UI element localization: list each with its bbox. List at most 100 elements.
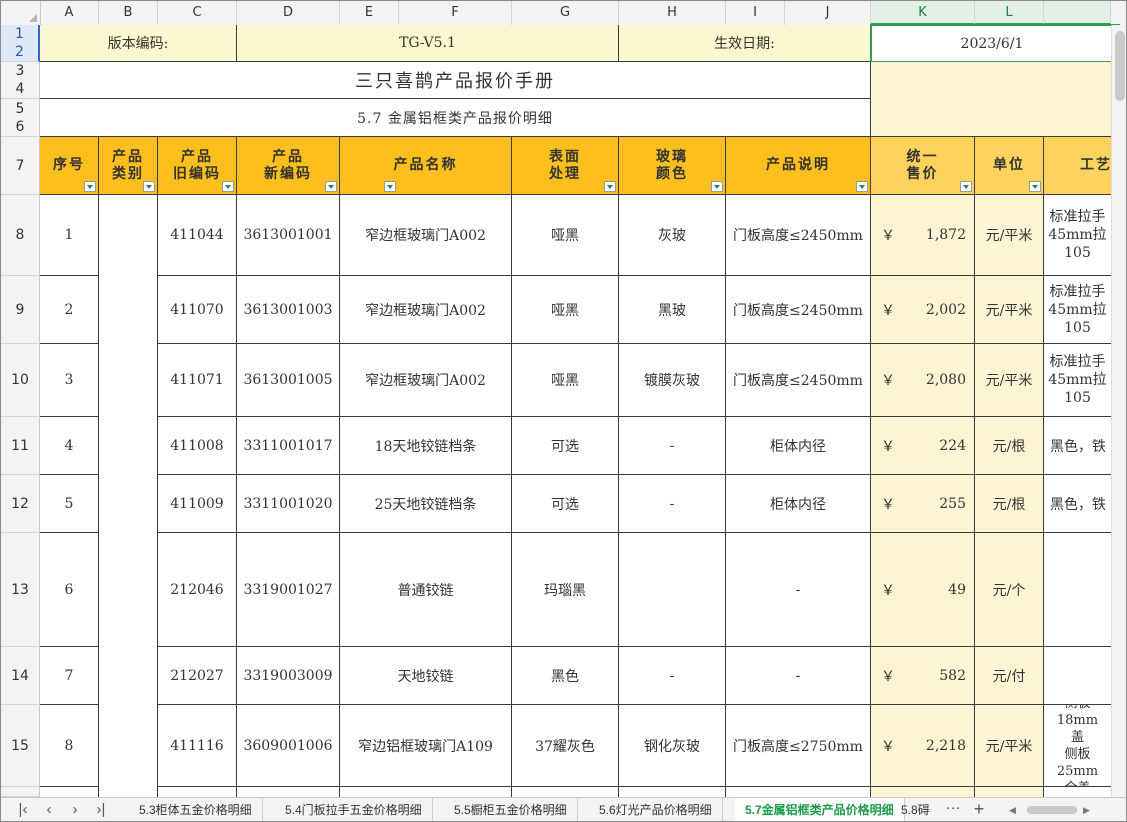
row-header-16[interactable] <box>1 787 40 797</box>
cell-new-code[interactable]: 3609001006 <box>237 705 340 787</box>
horizontal-scrollbar[interactable]: ◀ ▶ <box>1001 804 1101 816</box>
version-value-cell[interactable]: TG-V5.1 <box>237 25 619 62</box>
sheet-title[interactable]: 三只喜鹊产品报价手册 <box>40 62 871 99</box>
cell-desc[interactable]: 柜体内径 <box>726 417 871 475</box>
row-header-14[interactable]: 14 <box>1 647 40 705</box>
row-header-12[interactable]: 12 <box>1 475 40 533</box>
col-header-e[interactable]: E <box>340 1 399 25</box>
sheet-tab[interactable]: 5.3柜体五金价格明细 <box>129 798 263 821</box>
date-value-cell[interactable]: 2023/6/1 <box>872 26 1112 61</box>
cell-name[interactable]: 天地铰链 <box>340 647 512 705</box>
cell-old-code[interactable]: 411008 <box>158 417 237 475</box>
col-header-k[interactable]: K <box>871 1 975 25</box>
col-header-d[interactable]: D <box>237 1 340 25</box>
cell-seq[interactable]: 4 <box>40 417 99 475</box>
col-header-l[interactable]: L <box>975 1 1044 25</box>
row-header-5-6[interactable]: 5 6 <box>1 99 40 137</box>
cell-surface[interactable]: 37耀灰色 <box>512 705 619 787</box>
cell-seq[interactable]: 1 <box>40 195 99 276</box>
cell-unit[interactable]: 元/平米 <box>975 344 1044 417</box>
horizontal-scroll-thumb[interactable] <box>1027 806 1077 814</box>
cell-new-code[interactable]: 3319003009 <box>237 647 340 705</box>
cell-desc[interactable]: 门板高度≤2450mm <box>726 276 871 344</box>
cell-name[interactable]: 窄边框玻璃门A002 <box>340 344 512 417</box>
cell-unit[interactable]: 元/平米 <box>975 195 1044 276</box>
cell-old-code[interactable]: 411116 <box>158 705 237 787</box>
cell-name[interactable]: 窄边框玻璃门A002 <box>340 195 512 276</box>
cell-old-code[interactable]: 411071 <box>158 344 237 417</box>
last-sheet-icon[interactable]: ›| <box>91 801 111 818</box>
col-header-m[interactable] <box>1044 1 1111 25</box>
prev-sheet-icon[interactable]: ‹ <box>39 801 59 818</box>
header-seq[interactable]: 序号 <box>40 137 99 195</box>
filter-dropdown-icon[interactable] <box>604 181 616 192</box>
col-header-a[interactable]: A <box>40 1 99 25</box>
select-all-corner[interactable] <box>1 1 41 25</box>
sheet-tab[interactable]: 5.5橱柜五金价格明细 <box>444 798 578 821</box>
header-craft[interactable]: 工艺 <box>1044 137 1111 195</box>
cell-seq[interactable]: 2 <box>40 276 99 344</box>
cell-new-code[interactable]: 3613001001 <box>237 195 340 276</box>
cell-surface[interactable]: 黑色 <box>512 647 619 705</box>
cell-old-code[interactable]: 212046 <box>158 533 237 647</box>
cell-old-code[interactable]: 411009 <box>158 475 237 533</box>
cell-craft[interactable]: 侧板18mm盖侧板25mm全盖 <box>1044 705 1111 787</box>
filter-dropdown-icon[interactable] <box>960 181 972 192</box>
col-header-c[interactable]: C <box>158 1 237 25</box>
cell-partial[interactable] <box>40 787 99 797</box>
cell-glass[interactable]: 钢化灰玻 <box>619 705 726 787</box>
filter-dropdown-icon[interactable] <box>1029 181 1041 192</box>
header-price[interactable]: 统一 售价 <box>871 137 975 195</box>
cell-unit[interactable]: 元/平米 <box>975 705 1044 787</box>
header-unit[interactable]: 单位 <box>975 137 1044 195</box>
scroll-left-icon[interactable]: ◀ <box>1009 806 1019 815</box>
cell-name[interactable]: 窄边框玻璃门A002 <box>340 276 512 344</box>
cell-glass[interactable] <box>619 533 726 647</box>
filter-dropdown-icon[interactable] <box>143 181 155 192</box>
date-label-cell[interactable]: 生效日期: <box>619 25 871 62</box>
col-header-j[interactable]: J <box>785 1 871 25</box>
add-sheet-icon[interactable]: + <box>969 799 989 820</box>
cell-unit[interactable]: 元/平米 <box>975 276 1044 344</box>
cell-seq[interactable]: 8 <box>40 705 99 787</box>
cell-desc[interactable]: 门板高度≤2750mm <box>726 705 871 787</box>
next-sheet-icon[interactable]: › <box>65 801 85 818</box>
filter-dropdown-icon[interactable] <box>711 181 723 192</box>
cell-price[interactable]: ￥ 2,080 <box>871 344 975 417</box>
cell-craft[interactable] <box>1044 533 1111 647</box>
cell-new-code[interactable]: 3613001005 <box>237 344 340 417</box>
cell-surface[interactable]: 可选 <box>512 475 619 533</box>
cell-craft[interactable]: 标准拉手 45mm拉 105 <box>1044 195 1111 276</box>
cell-partial[interactable] <box>158 787 237 797</box>
cell-price[interactable]: ￥ 582 <box>871 647 975 705</box>
row-header-1-2[interactable]: 1 2 <box>1 25 40 62</box>
cell-unit[interactable]: 元/根 <box>975 475 1044 533</box>
cell-desc[interactable]: 柜体内径 <box>726 475 871 533</box>
cell-glass[interactable]: 镀膜灰玻 <box>619 344 726 417</box>
sheet-tab[interactable]: 5.6灯光产品价格明细 <box>589 798 723 821</box>
cell-glass[interactable]: - <box>619 417 726 475</box>
cell-desc[interactable]: - <box>726 533 871 647</box>
header-desc[interactable]: 产品说明 <box>726 137 871 195</box>
subtitle-fill-right[interactable] <box>871 99 1111 137</box>
cell-craft[interactable]: 黑色，铁 <box>1044 475 1111 533</box>
cell-seq[interactable]: 7 <box>40 647 99 705</box>
cell-name[interactable]: 25天地铰链档条 <box>340 475 512 533</box>
header-glass[interactable]: 玻璃 颜色 <box>619 137 726 195</box>
category-merged-cell[interactable] <box>99 195 158 797</box>
cell-price[interactable]: ￥ 2,002 <box>871 276 975 344</box>
cell-glass[interactable]: - <box>619 647 726 705</box>
cell-price[interactable]: ￥ 255 <box>871 475 975 533</box>
header-new-code[interactable]: 产品 新编码 <box>237 137 340 195</box>
cell-craft[interactable]: 黑色，铁 <box>1044 417 1111 475</box>
header-category[interactable]: 产品 类别 <box>99 137 158 195</box>
cell-surface[interactable]: 哑黑 <box>512 276 619 344</box>
cell-partial[interactable] <box>726 787 871 797</box>
cell-name[interactable]: 窄边铝框玻璃门A109 <box>340 705 512 787</box>
cell-craft[interactable] <box>1044 647 1111 705</box>
filter-dropdown-icon[interactable] <box>84 181 96 192</box>
title-fill-right[interactable] <box>871 62 1111 99</box>
row-header-8[interactable]: 8 <box>1 195 40 276</box>
cell-surface[interactable]: 玛瑙黑 <box>512 533 619 647</box>
filter-dropdown-icon[interactable] <box>384 181 396 192</box>
